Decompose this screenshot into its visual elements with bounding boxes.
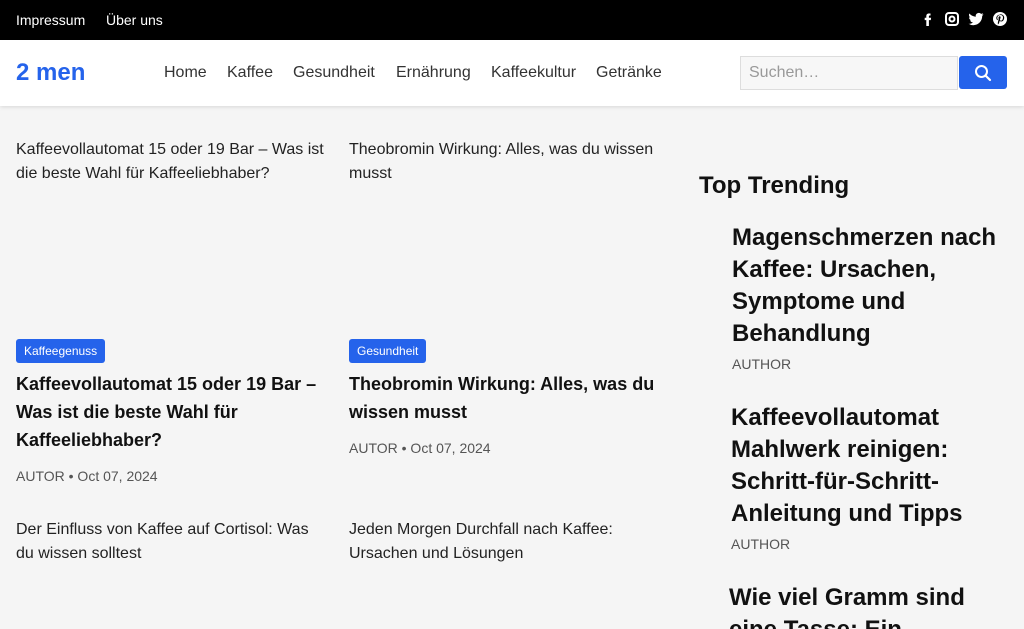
search-input[interactable] [740,56,958,90]
post-title[interactable]: Theobromin Wirkung: Alles, was du wissen… [349,370,661,426]
post-image[interactable]: Jeden Morgen Durchfall nach Kaffee: Ursa… [349,518,661,566]
impressum-link[interactable]: Impressum [16,12,85,28]
instagram-icon[interactable] [944,11,960,27]
about-link[interactable]: Über uns [106,12,163,28]
trending-title[interactable]: Kaffeevollautomat Mahlwerk reinigen: Sch… [731,402,1011,530]
post-image[interactable]: Der Einfluss von Kaffee auf Cortisol: Wa… [16,518,328,566]
post-meta: AUTOR • Oct 07, 2024 [349,440,491,456]
post-image[interactable]: Theobromin Wirkung: Alles, was du wissen… [349,138,661,186]
nav-kaffeekultur[interactable]: Kaffeekultur [491,64,576,82]
trending-author: AUTHOR [731,536,791,552]
post-image-alt: Der Einfluss von Kaffee auf Cortisol: Wa… [16,521,309,562]
post-image-alt: Kaffeevollautomat 15 oder 19 Bar – Was i… [16,141,324,182]
category-badge[interactable]: Kaffeegenuss [16,339,106,363]
twitter-icon[interactable] [968,11,984,27]
trending-title[interactable]: Wie viel Gramm sind eine Tasse: Ein [729,582,1009,629]
nav-kaffee[interactable]: Kaffee [227,64,273,82]
post-image[interactable]: Kaffeevollautomat 15 oder 19 Bar – Was i… [16,138,328,186]
search-icon [975,65,992,82]
nav-getraenke[interactable]: Getränke [596,64,662,82]
search-button[interactable] [959,56,1007,89]
post-image-alt: Theobromin Wirkung: Alles, was du wissen… [349,141,654,182]
nav-home[interactable]: Home [164,64,207,82]
top-bar: Impressum Über uns [0,0,1024,40]
site-logo[interactable]: 2 men [16,59,85,87]
pinterest-icon[interactable] [992,11,1008,27]
trending-author: AUTHOR [732,356,792,372]
post-title[interactable]: Kaffeevollautomat 15 oder 19 Bar – Was i… [16,370,328,454]
sidebar-title: Top Trending [699,172,850,199]
category-badge[interactable]: Gesundheit [349,339,427,363]
trending-title[interactable]: Magenschmerzen nach Kaffee: Ursachen, Sy… [732,222,1012,350]
site-header: 2 men Home Kaffee Gesundheit Ernährung K… [0,40,1024,106]
post-image-alt: Jeden Morgen Durchfall nach Kaffee: Ursa… [349,521,613,562]
nav-ernaehrung[interactable]: Ernährung [396,64,471,82]
nav-gesundheit[interactable]: Gesundheit [293,64,375,82]
facebook-icon[interactable] [920,11,936,27]
post-meta: AUTOR • Oct 07, 2024 [16,468,158,484]
